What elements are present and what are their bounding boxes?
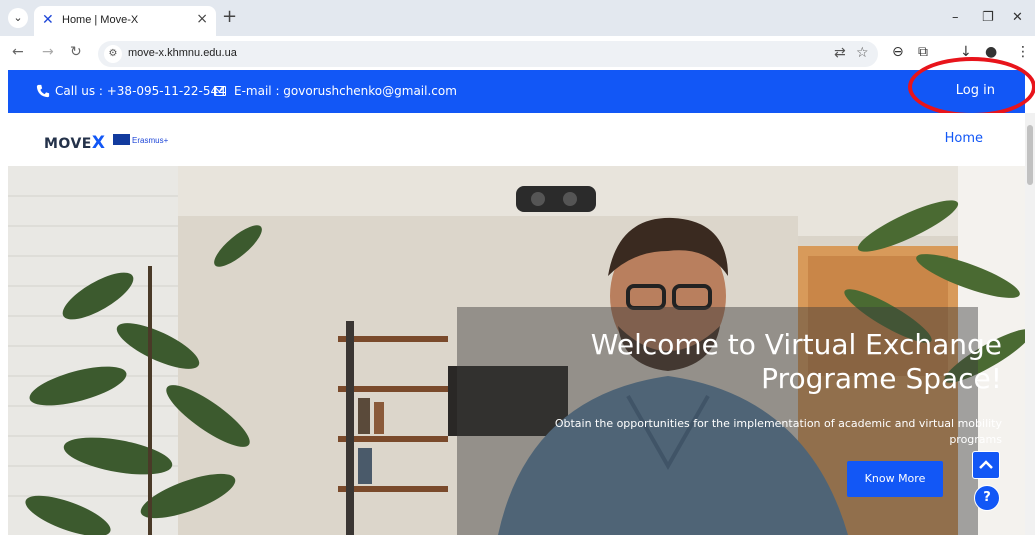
restore-button[interactable]: ❐ xyxy=(982,10,994,25)
minimize-button[interactable]: – xyxy=(952,10,959,25)
help-button[interactable]: ? xyxy=(974,485,1000,511)
logo-x: X xyxy=(91,133,106,153)
tab-search-icon[interactable]: ⌄ xyxy=(8,8,28,28)
erasmus-label: Erasmus+ xyxy=(132,136,169,145)
address-bar[interactable]: ⚙ move-x.khmnu.edu.ua ⇄ ☆ xyxy=(98,41,878,67)
logo-text: MOVE xyxy=(44,136,92,152)
extension-icon[interactable]: ⊖ xyxy=(892,44,904,60)
browser-toolbar: ← → ↻ ⚙ move-x.khmnu.edu.ua ⇄ ☆ ⊖ ⧉ ↓ ● … xyxy=(0,36,1035,70)
movex-logo[interactable]: MOVEX xyxy=(44,133,105,153)
scrollbar-thumb[interactable] xyxy=(1027,125,1033,185)
hero-banner: Welcome to Virtual Exchange Programe Spa… xyxy=(8,166,1025,535)
scroll-to-top-button[interactable] xyxy=(972,451,1000,479)
know-more-button[interactable]: Know More xyxy=(847,461,943,497)
mail-icon xyxy=(214,86,226,96)
hero-subtitle: Obtain the opportunities for the impleme… xyxy=(554,417,1002,446)
browser-tab[interactable]: ✕ Home | Move-X × xyxy=(34,6,216,36)
highlight-circle xyxy=(908,57,1035,117)
tab-close-button[interactable]: × xyxy=(196,11,208,27)
nav-home-link[interactable]: Home xyxy=(945,131,983,146)
tab-title: Home | Move-X xyxy=(62,14,139,26)
movex-favicon-icon: ✕ xyxy=(42,12,54,28)
page-scrollbar[interactable] xyxy=(1025,113,1035,535)
url-text[interactable]: move-x.khmnu.edu.ua xyxy=(128,47,237,59)
contact-bar: Call us : +38-095-11-22-544 E-mail : gov… xyxy=(8,70,1025,113)
eu-flag-icon xyxy=(113,134,130,145)
reload-icon[interactable]: ↻ xyxy=(70,44,82,60)
back-icon[interactable]: ← xyxy=(12,44,24,60)
new-tab-button[interactable]: + xyxy=(222,8,237,26)
chevron-up-icon xyxy=(979,460,993,469)
close-window-button[interactable]: ✕ xyxy=(1012,10,1023,25)
site-header: MOVEX Erasmus+ Home xyxy=(8,113,1025,166)
browser-tab-bar: ⌄ ✕ Home | Move-X × + – ❐ ✕ xyxy=(0,0,1035,36)
phone-icon xyxy=(36,84,50,98)
call-us-text: Call us : +38-095-11-22-544 xyxy=(55,84,226,98)
site-info-icon[interactable]: ⚙ xyxy=(104,45,122,63)
forward-icon[interactable]: → xyxy=(42,44,54,60)
puzzle-icon[interactable]: ⧉ xyxy=(918,44,928,60)
menu-icon[interactable]: ⋮ xyxy=(1016,44,1030,60)
email-text: E-mail : govorushchenko@gmail.com xyxy=(234,84,457,98)
hero-title: Welcome to Virtual Exchange Programe Spa… xyxy=(590,328,1002,395)
bookmark-star-icon[interactable]: ☆ xyxy=(856,45,869,61)
translate-icon[interactable]: ⇄ xyxy=(834,45,846,61)
